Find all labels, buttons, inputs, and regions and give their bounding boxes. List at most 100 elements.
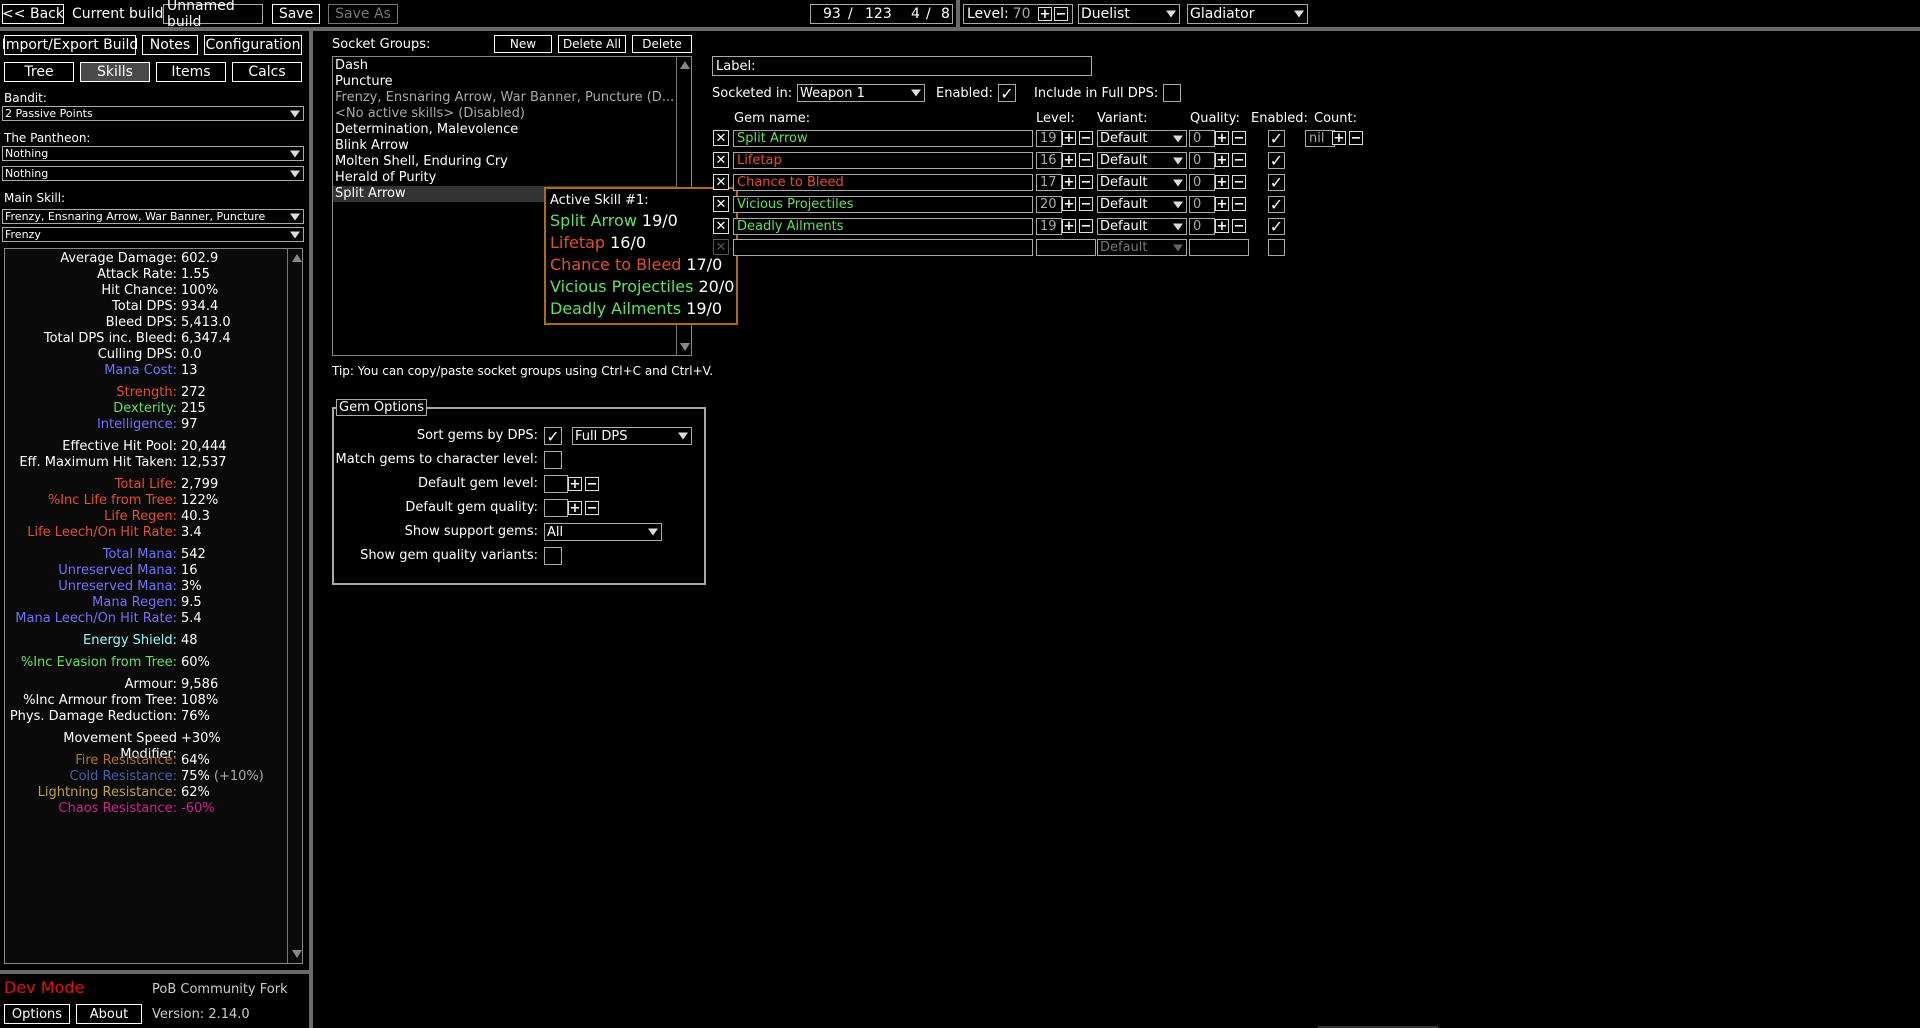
gem-quality-plus[interactable]: + xyxy=(1215,153,1229,167)
gem-name-field[interactable]: Lifetap xyxy=(733,152,1033,169)
tab-tree[interactable]: Tree xyxy=(4,62,74,82)
ascendancy-select[interactable]: Gladiator xyxy=(1187,4,1308,24)
gem-name-field[interactable]: Split Arrow xyxy=(733,130,1033,147)
gem-quality-field[interactable]: 0 xyxy=(1189,196,1215,213)
about-button[interactable]: About xyxy=(76,1004,142,1024)
gem-quality-field[interactable]: 0 xyxy=(1189,174,1215,191)
remove-gem-icon[interactable]: ✕ xyxy=(713,218,729,234)
save-as-button[interactable]: Save As xyxy=(328,4,398,24)
gem-quality-minus[interactable]: − xyxy=(1232,131,1246,145)
sort-mode-select[interactable]: Full DPS xyxy=(572,427,692,445)
scroll-down-icon[interactable] xyxy=(680,343,690,351)
gem-level-field[interactable]: 19 xyxy=(1036,218,1062,235)
show-support-select[interactable]: All xyxy=(544,523,662,541)
sort-gems-checkbox[interactable]: ✓ xyxy=(544,427,562,446)
notes-button[interactable]: Notes xyxy=(142,35,198,55)
gem-variant-select-empty[interactable]: Default xyxy=(1097,239,1187,256)
gem-level-minus[interactable]: − xyxy=(1079,219,1093,233)
gem-level-field-empty[interactable] xyxy=(1036,239,1096,256)
gem-variant-select[interactable]: Default xyxy=(1097,130,1187,147)
gem-quality-minus[interactable]: − xyxy=(1232,175,1246,189)
socket-group-item[interactable]: Dash xyxy=(333,58,676,74)
gem-quality-minus[interactable]: − xyxy=(1232,153,1246,167)
gem-name-field-empty[interactable] xyxy=(733,239,1033,256)
gem-level-field[interactable]: 20 xyxy=(1036,196,1062,213)
socket-group-item[interactable]: Puncture xyxy=(333,74,676,90)
gem-name-field[interactable]: Deadly Ailments xyxy=(733,218,1033,235)
gem-level-plus[interactable]: + xyxy=(1062,175,1076,189)
gem-quality-field[interactable]: 0 xyxy=(1189,152,1215,169)
scroll-up-icon[interactable] xyxy=(292,254,302,262)
build-name-field[interactable]: Unnamed build xyxy=(163,0,263,30)
remove-gem-icon[interactable]: ✕ xyxy=(713,196,729,212)
default-level-plus[interactable]: + xyxy=(568,477,582,491)
delete-group-button[interactable]: Delete xyxy=(632,35,692,53)
gem-level-plus[interactable]: + xyxy=(1062,197,1076,211)
default-level-minus[interactable]: − xyxy=(585,477,599,491)
scroll-up-icon[interactable] xyxy=(680,61,690,69)
delete-all-button[interactable]: Delete All xyxy=(558,35,626,53)
scroll-down-icon[interactable] xyxy=(292,950,302,958)
default-quality-plus[interactable]: + xyxy=(568,501,582,515)
gem-enabled-checkbox-empty[interactable] xyxy=(1268,239,1285,256)
socket-group-item[interactable]: Determination, Malevolence xyxy=(333,122,676,138)
socket-group-item[interactable]: Molten Shell, Enduring Cry xyxy=(333,154,676,170)
gem-level-plus[interactable]: + xyxy=(1062,219,1076,233)
default-level-field[interactable] xyxy=(544,475,568,493)
bandit-select[interactable]: 2 Passive Points xyxy=(2,106,304,121)
gem-variant-select[interactable]: Default xyxy=(1097,174,1187,191)
socketed-in-select[interactable]: Weapon 1 xyxy=(797,84,925,102)
gem-quality-minus[interactable]: − xyxy=(1232,197,1246,211)
socket-group-item[interactable]: Frenzy, Ensnaring Arrow, War Banner, Pun… xyxy=(333,90,676,106)
default-quality-minus[interactable]: − xyxy=(585,501,599,515)
gem-variant-select[interactable]: Default xyxy=(1097,152,1187,169)
gem-level-field[interactable]: 17 xyxy=(1036,174,1062,191)
gem-quality-plus[interactable]: + xyxy=(1215,131,1229,145)
show-quality-checkbox[interactable] xyxy=(544,547,562,565)
gem-quality-minus[interactable]: − xyxy=(1232,219,1246,233)
gem-quality-plus[interactable]: + xyxy=(1215,219,1229,233)
gem-name-field[interactable]: Vicious Projectiles xyxy=(733,196,1033,213)
gem-enabled-checkbox[interactable]: ✓ xyxy=(1268,173,1285,192)
gem-quality-plus[interactable]: + xyxy=(1215,197,1229,211)
options-button[interactable]: Options xyxy=(4,1004,70,1024)
pantheon-minor-select[interactable]: Nothing xyxy=(2,166,304,181)
count-plus[interactable]: + xyxy=(1332,131,1346,145)
gem-quality-plus[interactable]: + xyxy=(1215,175,1229,189)
tab-skills[interactable]: Skills xyxy=(80,62,150,82)
gem-enabled-checkbox[interactable]: ✓ xyxy=(1268,151,1285,170)
gem-variant-select[interactable]: Default xyxy=(1097,218,1187,235)
gem-variant-select[interactable]: Default xyxy=(1097,196,1187,213)
gem-quality-field[interactable]: 0 xyxy=(1189,218,1215,235)
configuration-button[interactable]: Configuration xyxy=(204,35,302,55)
gem-level-field[interactable]: 19 xyxy=(1036,130,1062,147)
gem-quality-field-empty[interactable] xyxy=(1189,239,1249,256)
level-value[interactable]: 70 xyxy=(1013,6,1031,22)
label-field[interactable]: Label: xyxy=(712,56,1092,76)
stats-scrollbar[interactable] xyxy=(287,249,304,963)
gem-name-field[interactable]: Chance to Bleed xyxy=(733,174,1033,191)
match-level-checkbox[interactable] xyxy=(544,451,562,469)
pantheon-major-select[interactable]: Nothing xyxy=(2,146,304,161)
tab-calcs[interactable]: Calcs xyxy=(232,62,302,82)
tab-items[interactable]: Items xyxy=(156,62,226,82)
socket-group-item[interactable]: <No active skills> (Disabled) xyxy=(333,106,676,122)
full-dps-checkbox[interactable] xyxy=(1163,84,1181,102)
gem-level-minus[interactable]: − xyxy=(1079,175,1093,189)
gem-enabled-checkbox[interactable]: ✓ xyxy=(1268,129,1285,148)
import-export-button[interactable]: Import/Export Build xyxy=(2,35,138,55)
gem-level-plus[interactable]: + xyxy=(1062,153,1076,167)
gem-level-plus[interactable]: + xyxy=(1062,131,1076,145)
socket-group-item[interactable]: Herald of Purity xyxy=(333,170,676,186)
count-minus[interactable]: − xyxy=(1349,131,1363,145)
level-plus-button[interactable]: + xyxy=(1038,7,1052,21)
socket-group-item[interactable]: Blink Arrow xyxy=(333,138,676,154)
gem-enabled-checkbox[interactable]: ✓ xyxy=(1268,217,1285,236)
gem-level-minus[interactable]: − xyxy=(1079,131,1093,145)
count-field[interactable]: nil xyxy=(1305,130,1335,147)
back-button[interactable]: << Back xyxy=(2,4,64,24)
remove-gem-icon[interactable]: ✕ xyxy=(713,152,729,168)
gem-enabled-checkbox[interactable]: ✓ xyxy=(1268,195,1285,214)
gem-level-field[interactable]: 16 xyxy=(1036,152,1062,169)
main-skill-select[interactable]: Frenzy, Ensnaring Arrow, War Banner, Pun… xyxy=(2,209,304,224)
